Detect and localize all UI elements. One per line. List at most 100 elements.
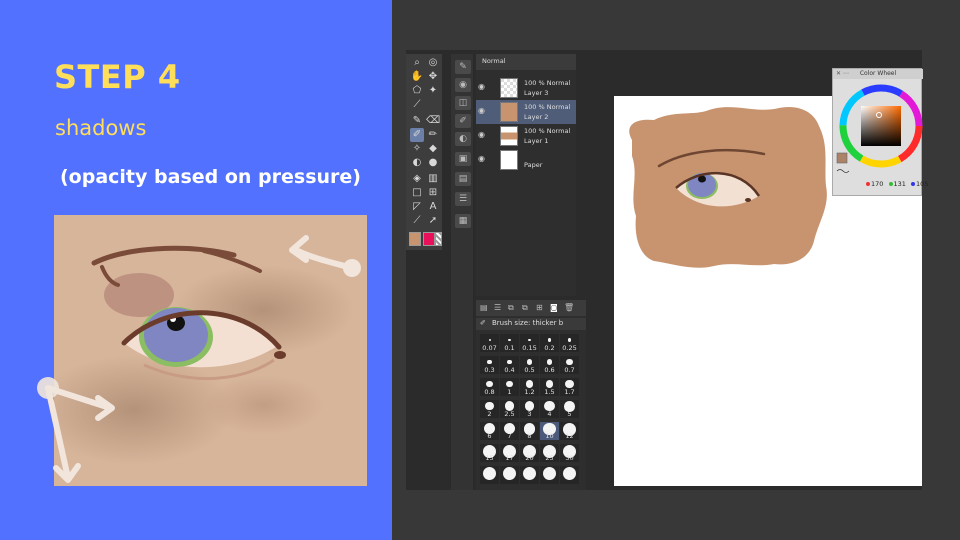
brush-size-cell[interactable]: 3 (520, 400, 539, 418)
brush-size-cell[interactable]: 15 (480, 444, 499, 462)
correct-line-icon[interactable]: ⟋ (410, 214, 424, 228)
brush-size-cell[interactable]: 0.3 (480, 356, 499, 374)
palette-panel-icon[interactable]: ◐ (455, 132, 471, 146)
list-icon[interactable]: ☰ (494, 303, 501, 312)
lasso-icon[interactable]: ⬠ (410, 84, 424, 98)
brush-tip-dot (567, 338, 572, 342)
transparent-swatch[interactable] (435, 232, 442, 246)
brush-size-cell[interactable]: 25 (540, 444, 559, 462)
brush-size-cell[interactable]: 17 (500, 444, 519, 462)
zoom-icon[interactable]: ⌕ (410, 56, 424, 70)
layer-row[interactable]: ◉ Paper (476, 148, 576, 172)
eye-icon[interactable]: ◉ (478, 107, 488, 115)
brush-size-cell[interactable]: 1.5 (540, 378, 559, 396)
wand-icon[interactable]: ✦ (426, 84, 440, 98)
layer-thumbnail (500, 102, 518, 122)
eye-icon[interactable]: ◉ (478, 131, 488, 139)
brush-size-cell[interactable]: 4 (540, 400, 559, 418)
brush-size-cell[interactable]: 0.07 (480, 334, 499, 352)
copy-icon[interactable]: ⧉ (508, 303, 514, 313)
brush-panel-icon[interactable]: ✐ (455, 114, 471, 128)
brush-size-cell[interactable]: 6 (480, 422, 499, 440)
material-panel-icon[interactable]: ▤ (455, 172, 471, 186)
eraser-icon[interactable]: ⌫ (426, 114, 440, 128)
brush-size-cell[interactable] (540, 466, 559, 484)
trash-icon[interactable]: 🗑 (564, 303, 574, 312)
drop-icon[interactable]: ● (426, 156, 440, 170)
brush-size-cell[interactable]: 0.1 (500, 334, 519, 352)
panel-close-icon[interactable]: ✕ ⋯ (836, 70, 849, 77)
brush-size-label: 2 (487, 410, 492, 418)
brush-size-cell[interactable]: 8 (520, 422, 539, 440)
settings-icon[interactable]: ◙ (550, 303, 558, 312)
green-value[interactable]: 131 (894, 180, 906, 188)
red-value[interactable]: 170 (871, 180, 883, 188)
property-panel-icon[interactable]: ▦ (455, 214, 471, 228)
history-panel-icon[interactable]: ☰ (455, 192, 471, 206)
brush-size-cell[interactable]: 0.25 (560, 334, 579, 352)
brush-size-cell[interactable] (520, 466, 539, 484)
eyedropper-icon[interactable]: ⟋ (410, 98, 424, 112)
brush-size-cell[interactable]: 20 (520, 444, 539, 462)
main-color-swatch[interactable] (409, 232, 421, 246)
brush-size-cell[interactable]: 12 (560, 422, 579, 440)
sub-color-swatch[interactable] (423, 232, 435, 246)
stamp-icon[interactable]: ◆ (426, 142, 440, 156)
operation-icon[interactable]: ➚ (426, 214, 440, 228)
pen-panel-icon[interactable]: ✎ (455, 60, 471, 74)
layer-mode: 100 % Normal (524, 79, 571, 87)
brush-icon[interactable]: ✐ (410, 128, 424, 142)
brush-size-cell[interactable] (480, 466, 499, 484)
ruler-icon[interactable]: ◸ (410, 200, 424, 214)
pen-icon[interactable]: ✎ (410, 114, 424, 128)
ink-panel-icon[interactable]: ◉ (455, 78, 471, 92)
layer-row[interactable]: ◉ 100 % Normal Layer 1 (476, 124, 576, 148)
brush-size-cell[interactable]: 10 (540, 422, 559, 440)
pencil-icon[interactable]: ✏ (426, 128, 440, 142)
menu-icon[interactable]: ▤ (480, 303, 488, 312)
layer-row-selected[interactable]: ◉ 100 % Normal Layer 2 (476, 100, 576, 124)
grid-icon[interactable]: ⊞ (426, 186, 440, 200)
layers-panel-icon[interactable]: ◫ (455, 96, 471, 110)
brush-size-cell[interactable]: 1 (500, 378, 519, 396)
text-icon[interactable]: A (426, 200, 440, 214)
brush-size-cell[interactable]: 0.8 (480, 378, 499, 396)
brush-size-cell[interactable]: 2.5 (500, 400, 519, 418)
add-icon[interactable]: ⊞ (536, 303, 543, 312)
brush-size-panel: ▤ ☰ ⧉ ⧉ ⊞ ◙ 🗑 ✐ Brush size: thicker b 0.… (476, 300, 586, 490)
move-icon[interactable]: ✥ (426, 70, 440, 84)
blue-value[interactable]: 105 (916, 180, 928, 188)
hand-icon[interactable]: ✋ (410, 70, 424, 84)
navigator-panel-icon[interactable]: ▣ (455, 152, 471, 166)
brush-size-cell[interactable]: 0.4 (500, 356, 519, 374)
blend-icon[interactable]: ◐ (410, 156, 424, 170)
brush-size-label: 0.07 (482, 344, 497, 352)
brush-size-cell[interactable]: 0.5 (520, 356, 539, 374)
layer-name: Paper (524, 161, 543, 169)
blend-mode-select[interactable]: Normal (482, 57, 506, 65)
layer-row[interactable]: ◉ 100 % Normal Layer 3 (476, 76, 576, 100)
brush-size-cell[interactable]: 0.2 (540, 334, 559, 352)
eye-icon[interactable]: ◉ (478, 83, 488, 91)
brush-size-cell[interactable]: 0.7 (560, 356, 579, 374)
brush-size-cell[interactable]: 1.2 (520, 378, 539, 396)
brush-size-label: 5 (567, 410, 572, 418)
sparkle-icon[interactable]: ✧ (410, 142, 424, 156)
color-wheel[interactable] (833, 79, 923, 179)
brush-size-label: 0.2 (544, 344, 555, 352)
brush-size-cell[interactable]: 0.15 (520, 334, 539, 352)
brush-size-cell[interactable] (500, 466, 519, 484)
stack-icon[interactable]: ⧉ (522, 303, 528, 313)
brush-size-cell[interactable]: 7 (500, 422, 519, 440)
fill-icon[interactable]: ◈ (410, 172, 424, 186)
brush-size-cell[interactable] (560, 466, 579, 484)
gradient-icon[interactable]: ▥ (426, 172, 440, 186)
eye-icon[interactable]: ◉ (478, 155, 488, 163)
brush-size-cell[interactable]: 0.6 (540, 356, 559, 374)
brush-size-cell[interactable]: 30 (560, 444, 579, 462)
brush-size-cell[interactable]: 1.7 (560, 378, 579, 396)
brush-size-cell[interactable]: 2 (480, 400, 499, 418)
brush-size-cell[interactable]: 5 (560, 400, 579, 418)
shape-icon[interactable]: □ (410, 186, 424, 200)
rotate-icon[interactable]: ◎ (426, 56, 440, 70)
